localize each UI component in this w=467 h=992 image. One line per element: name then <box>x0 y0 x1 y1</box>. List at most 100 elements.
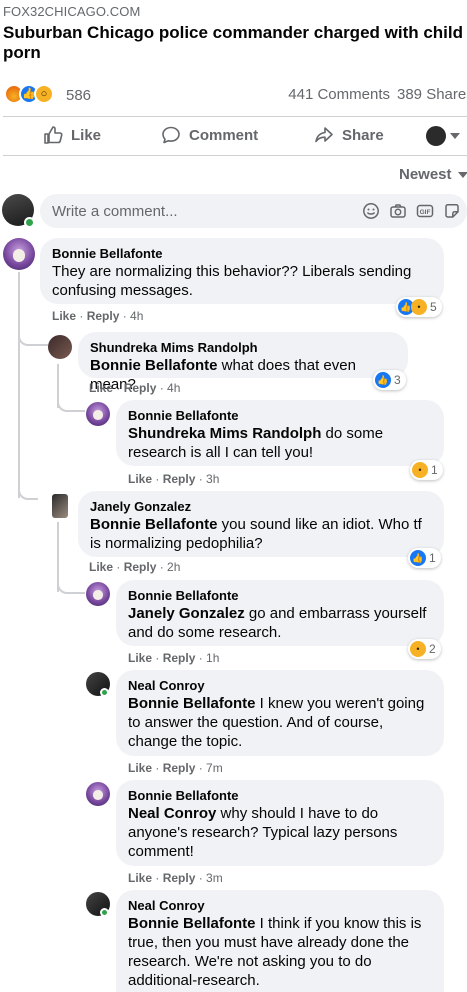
haha-reaction-icon: • <box>412 462 428 478</box>
comment-like-link[interactable]: Like <box>128 761 152 775</box>
post-headline[interactable]: Suburban Chicago police commander charge… <box>3 23 463 63</box>
comment-mention[interactable]: Bonnie Bellafonte <box>90 516 218 533</box>
comment-author[interactable]: Bonnie Bellafonte <box>52 246 432 262</box>
like-button[interactable]: Like <box>43 125 101 145</box>
comment-bubble: Shundreka Mims Randolph Bonnie Bellafont… <box>78 332 408 393</box>
thread-connector <box>18 330 48 346</box>
comment-reply-link[interactable]: Reply <box>163 651 196 665</box>
comment-reactions[interactable]: 👍 • 5 <box>396 297 442 317</box>
comment-like-link[interactable]: Like <box>52 309 76 323</box>
camera-icon[interactable] <box>389 202 407 220</box>
comment-input-placeholder: Write a comment... <box>52 203 178 220</box>
comment-like-link[interactable]: Like <box>89 381 113 395</box>
comment-bubble: Bonnie Bellafonte Neal Conroy why should… <box>116 780 444 866</box>
avatar[interactable] <box>48 335 72 359</box>
share-count[interactable]: 389 Shares <box>397 86 467 103</box>
comment-mention[interactable]: Bonnie Bellafonte <box>128 695 256 712</box>
comment-reactions[interactable]: 👍 1 <box>408 548 441 568</box>
comment-author[interactable]: Janely Gonzalez <box>90 499 432 515</box>
comment-label: Comment <box>189 126 259 144</box>
share-button[interactable]: Share <box>314 125 384 145</box>
comment-mention[interactable]: Neal Conroy <box>128 805 216 822</box>
reaction-count: 2 <box>429 642 436 656</box>
avatar[interactable] <box>3 238 35 270</box>
reaction-count[interactable]: 586 <box>66 87 91 104</box>
comment-reply-link[interactable]: Reply <box>87 309 120 323</box>
comment-timestamp[interactable]: 3h <box>206 472 219 486</box>
post-action-bar: Like Comment Share <box>0 117 467 155</box>
like-icon <box>44 126 63 144</box>
gif-icon[interactable]: GIF <box>416 202 434 220</box>
comment-author[interactable]: Neal Conroy <box>128 898 432 914</box>
caret-down-icon <box>450 133 460 139</box>
comment-timestamp[interactable]: 1h <box>206 651 219 665</box>
comment-mention[interactable]: Janely Gonzalez <box>128 605 245 622</box>
online-status-dot <box>100 688 109 697</box>
comment-reply-link[interactable]: Reply <box>163 871 196 885</box>
reaction-count: 5 <box>430 300 437 314</box>
comment-reply-link[interactable]: Reply <box>163 472 196 486</box>
comment-reactions[interactable]: 👍 3 <box>373 370 406 390</box>
comment-reply-link[interactable]: Reply <box>124 381 157 395</box>
comment-reactions[interactable]: • 2 <box>408 639 441 659</box>
avatar[interactable] <box>86 782 110 806</box>
comment-bubble: Bonnie Bellafonte Janely Gonzalez go and… <box>116 580 444 646</box>
avatar[interactable] <box>86 402 110 426</box>
comment-timestamp[interactable]: 4h <box>130 309 143 323</box>
comment-author[interactable]: Neal Conroy <box>128 678 432 694</box>
comment-meta: Like · Reply · 2h <box>89 560 181 574</box>
comment-timestamp[interactable]: 2h <box>167 560 180 574</box>
divider <box>3 155 467 156</box>
post-source[interactable]: FOX32CHICAGO.COM <box>3 4 140 19</box>
page-selector[interactable] <box>426 126 460 146</box>
haha-reaction-icon: • <box>411 299 427 315</box>
emoji-icon[interactable] <box>362 202 380 220</box>
comment-input[interactable]: Write a comment... GIF <box>40 194 467 228</box>
like-reaction-icon: 👍 <box>410 550 426 566</box>
comment-reactions[interactable]: • 1 <box>410 460 443 480</box>
thread-connector <box>57 396 85 412</box>
comment-mention[interactable]: Bonnie Bellafonte <box>128 915 256 932</box>
svg-text:GIF: GIF <box>420 209 431 216</box>
comment-like-link[interactable]: Like <box>128 472 152 486</box>
online-status-dot <box>24 217 35 228</box>
online-status-dot <box>100 908 109 917</box>
haha-reaction-icon: • <box>410 641 426 657</box>
comment-bubble: Neal Conroy Bonnie Bellafonte I knew you… <box>116 670 444 756</box>
like-label: Like <box>71 126 102 144</box>
comment-timestamp[interactable]: 4h <box>167 381 180 395</box>
comment-bubble: Neal Conroy Bonnie Bellafonte I think if… <box>116 890 444 992</box>
comment-count[interactable]: 441 Comments <box>288 86 390 103</box>
reaction-count: 1 <box>429 551 436 565</box>
comment-like-link[interactable]: Like <box>89 560 113 574</box>
comment-meta: Like · Reply · 7m <box>128 761 223 775</box>
comment-mention[interactable]: Bonnie Bellafonte <box>90 357 218 374</box>
comment-reply-link[interactable]: Reply <box>124 560 157 574</box>
comment-timestamp[interactable]: 7m <box>206 761 223 775</box>
avatar[interactable] <box>86 582 110 606</box>
caret-down-icon <box>457 171 467 178</box>
share-label: Share <box>342 126 384 144</box>
comment-author[interactable]: Bonnie Bellafonte <box>128 788 432 804</box>
comment-like-link[interactable]: Like <box>128 651 152 665</box>
comment-author[interactable]: Shundreka Mims Randolph <box>90 340 396 356</box>
sticker-icon[interactable] <box>443 202 461 220</box>
comment-button[interactable]: Comment <box>161 125 258 145</box>
comment-meta: Like · Reply · 4h <box>89 381 181 395</box>
page-avatar <box>426 126 446 146</box>
avatar[interactable] <box>52 494 68 518</box>
comment-mention[interactable]: Shundreka Mims Randolph <box>128 425 321 442</box>
wow-reaction-icon: ○ <box>34 84 54 104</box>
comment-meta: Like · Reply · 4h <box>52 309 144 323</box>
thread-connector <box>18 480 38 500</box>
reaction-count: 3 <box>394 373 401 387</box>
post-stats: 👍 ○ 586 441 Comments 389 Shares <box>0 80 467 110</box>
share-icon <box>315 127 333 143</box>
comment-timestamp[interactable]: 3m <box>206 871 223 885</box>
comment-sort-dropdown[interactable]: Newest <box>399 166 467 183</box>
thread-line <box>18 272 20 498</box>
comment-reply-link[interactable]: Reply <box>163 761 196 775</box>
comment-author[interactable]: Bonnie Bellafonte <box>128 588 432 604</box>
comment-author[interactable]: Bonnie Bellafonte <box>128 408 432 424</box>
comment-like-link[interactable]: Like <box>128 871 152 885</box>
